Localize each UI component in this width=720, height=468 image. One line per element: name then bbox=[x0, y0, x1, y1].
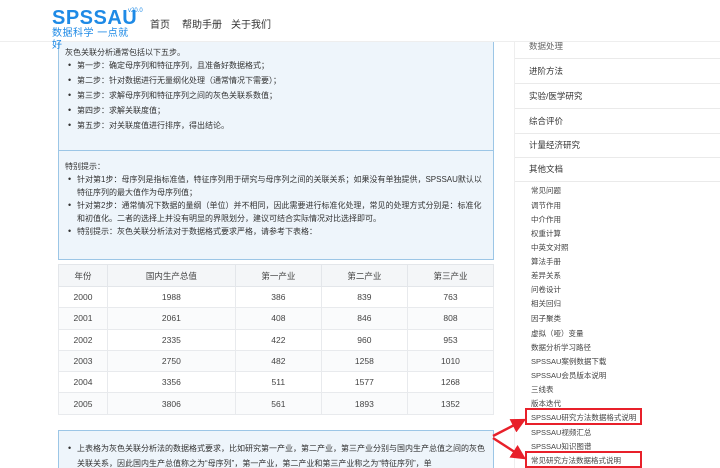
table-cell: 561 bbox=[234, 392, 322, 415]
sidebar-link[interactable]: 问卷设计 bbox=[531, 284, 561, 296]
table-cell: 2004 bbox=[58, 371, 108, 394]
nav-about-us[interactable]: 关于我们 bbox=[231, 16, 271, 31]
table-cell: 1010 bbox=[406, 349, 495, 373]
table-cell: 3356 bbox=[106, 371, 236, 394]
table-cell: 808 bbox=[406, 307, 495, 330]
logo-text: SPSSAU bbox=[52, 7, 138, 29]
table-row: 2005 3806 561 1893 1352 bbox=[58, 392, 495, 415]
table-header-cell: 第三产业 bbox=[406, 264, 495, 287]
table-cell: 1258 bbox=[320, 349, 408, 373]
sidebar-category-econometrics[interactable]: 计量经济研究 bbox=[515, 133, 720, 158]
tip-item: 特别提示：灰色关联分析法对于数据格式要求严格，请参考下表格： bbox=[65, 225, 487, 238]
data-format-table: 年份 国内生产总值 第一产业 第二产业 第三产业 2000 1988 386 8… bbox=[58, 264, 495, 415]
right-sidebar: 数据处理 进阶方法 实验/医学研究 综合评价 计量经济研究 其他文档 常见问题 … bbox=[514, 41, 720, 468]
table-header-cell: 第二产业 bbox=[320, 264, 408, 287]
table-cell: 408 bbox=[234, 307, 322, 330]
sidebar-link[interactable]: 算法手册 bbox=[531, 256, 561, 268]
sidebar-link[interactable]: 三线表 bbox=[531, 384, 554, 396]
table-header-cell: 年份 bbox=[58, 264, 108, 287]
sidebar-link[interactable]: 数据分析学习路径 bbox=[531, 342, 591, 354]
step-item: 第三步：求解母序列和特征序列之间的灰色关联系数值； bbox=[65, 88, 487, 103]
table-cell: 511 bbox=[234, 371, 322, 394]
sidebar-category-medical-research[interactable]: 实验/医学研究 bbox=[515, 84, 720, 109]
highlight-box bbox=[525, 408, 642, 425]
sidebar-category-other-docs[interactable]: 其他文档 bbox=[515, 157, 720, 182]
sidebar-link[interactable]: 因子聚类 bbox=[531, 313, 561, 325]
table-cell: 422 bbox=[234, 328, 322, 351]
tips-intro: 特别提示： bbox=[65, 162, 105, 171]
tips-list: 针对第1步：母序列是指标准值，特征序列用于研究与母序列之间的关联关系；如果没有单… bbox=[65, 173, 487, 238]
table-row: 2004 3356 511 1577 1268 bbox=[58, 371, 495, 394]
step-item: 第一步：确定母序列和特征序列，且准备好数据格式； bbox=[65, 58, 487, 73]
explanation-box: 上表格为灰色关联分析法的数据格式要求，比如研究第一产业，第二产业，第三产业分别与… bbox=[58, 430, 494, 468]
sidebar-category-advanced-methods[interactable]: 进阶方法 bbox=[515, 59, 720, 84]
logo-version: v20.0 bbox=[128, 8, 143, 14]
table-row: 2000 1988 386 839 763 bbox=[58, 285, 495, 309]
main-content: 灰色关联分析通常包括以下五步。 第一步：确定母序列和特征序列，且准备好数据格式；… bbox=[56, 42, 496, 468]
table-cell: 960 bbox=[320, 328, 408, 351]
table-cell: 846 bbox=[320, 307, 408, 330]
table-cell: 2002 bbox=[58, 328, 108, 351]
table-cell: 1893 bbox=[320, 392, 408, 415]
sidebar-link[interactable]: 相关回归 bbox=[531, 298, 561, 310]
step-item: 第五步：对关联度值进行排序，得出结论。 bbox=[65, 118, 487, 133]
nav-home[interactable]: 首页 bbox=[150, 16, 170, 31]
table-header-cell: 第一产业 bbox=[234, 264, 322, 287]
table-cell: 482 bbox=[234, 349, 322, 373]
sidebar-link[interactable]: 权重计算 bbox=[531, 228, 561, 240]
sidebar-link[interactable]: 中介作用 bbox=[531, 214, 561, 226]
tip-item: 针对第2步：通常情况下数据的量纲（单位）并不相同，因此需要进行标准化处理，常见的… bbox=[65, 199, 487, 225]
table-row: 2002 2335 422 960 953 bbox=[58, 328, 495, 351]
sidebar-link[interactable]: 中英文对照 bbox=[531, 242, 569, 254]
table-cell: 1988 bbox=[106, 285, 236, 309]
spssau-logo[interactable]: SPSSAU v20.0 数据科学 一点就好 bbox=[52, 8, 143, 51]
explanation-item: 上表格为灰色关联分析法的数据格式要求，比如研究第一产业，第二产业，第三产业分别与… bbox=[65, 441, 487, 468]
nav-help-manual[interactable]: 帮助手册 bbox=[182, 16, 222, 31]
sidebar-link[interactable]: 常见问题 bbox=[531, 185, 561, 197]
table-cell: 763 bbox=[406, 285, 495, 309]
annotation-arrows-icon bbox=[492, 418, 527, 460]
sidebar-link[interactable]: 差异关系 bbox=[531, 270, 561, 282]
logo-subtitle: 数据科学 一点就好 bbox=[52, 28, 129, 51]
tips-box: 特别提示： 针对第1步：母序列是指标准值，特征序列用于研究与母序列之间的关联关系… bbox=[58, 150, 494, 260]
table-cell: 839 bbox=[320, 285, 408, 309]
table-cell: 1577 bbox=[320, 371, 408, 394]
sidebar-link[interactable]: 虚拟（哑）变量 bbox=[531, 328, 584, 340]
table-cell: 386 bbox=[234, 285, 322, 309]
sidebar-link[interactable]: SPSSAU视频汇总 bbox=[531, 427, 591, 439]
sidebar-category-comprehensive-eval[interactable]: 综合评价 bbox=[515, 109, 720, 134]
explanation-list: 上表格为灰色关联分析法的数据格式要求，比如研究第一产业，第二产业，第三产业分别与… bbox=[65, 441, 487, 468]
table-cell: 2000 bbox=[58, 285, 108, 309]
step-item: 第四步：求解关联度值； bbox=[65, 103, 487, 118]
table-cell: 2005 bbox=[58, 392, 108, 415]
table-cell: 953 bbox=[406, 328, 495, 351]
table-cell: 2001 bbox=[58, 307, 108, 330]
table-cell: 1352 bbox=[406, 392, 495, 415]
table-cell: 2003 bbox=[58, 349, 108, 373]
table-header-cell: 国内生产总值 bbox=[106, 264, 236, 287]
table-cell: 2750 bbox=[106, 349, 236, 373]
sidebar-link[interactable]: SPSSAU会员版本说明 bbox=[531, 370, 606, 382]
tip-item: 针对第1步：母序列是指标准值，特征序列用于研究与母序列之间的关联关系；如果没有单… bbox=[65, 173, 487, 199]
steps-list: 第一步：确定母序列和特征序列，且准备好数据格式； 第二步：针对数据进行无量纲化处… bbox=[65, 58, 487, 133]
table-cell: 1268 bbox=[406, 371, 495, 394]
table-cell: 2061 bbox=[106, 307, 236, 330]
table-cell: 3806 bbox=[106, 392, 236, 415]
sidebar-link[interactable]: 调节作用 bbox=[531, 200, 561, 212]
highlight-box bbox=[525, 451, 642, 468]
table-row: 2001 2061 408 846 808 bbox=[58, 307, 495, 330]
sidebar-link[interactable]: SPSSAU案例数据下载 bbox=[531, 356, 606, 368]
step-item: 第二步：针对数据进行无量纲化处理（通常情况下需要）； bbox=[65, 73, 487, 88]
table-row: 2003 2750 482 1258 1010 bbox=[58, 349, 495, 373]
table-cell: 2335 bbox=[106, 328, 236, 351]
top-header: SPSSAU v20.0 数据科学 一点就好 首页 帮助手册 关于我们 bbox=[0, 0, 720, 51]
table-header-row: 年份 国内生产总值 第一产业 第二产业 第三产业 bbox=[58, 264, 495, 287]
